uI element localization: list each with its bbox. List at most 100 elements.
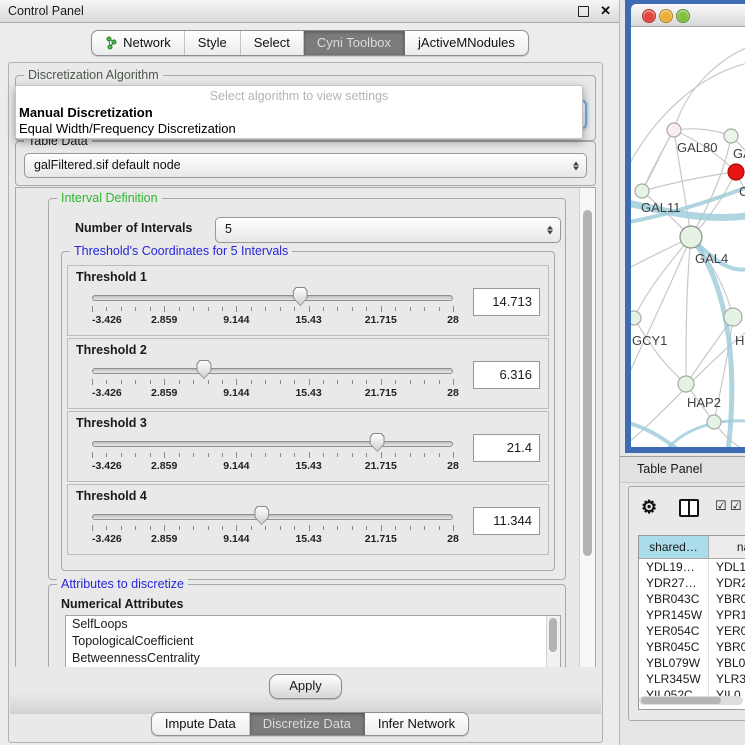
- float-window-icon[interactable]: [578, 6, 589, 17]
- threshold-value-field[interactable]: 21.4: [473, 434, 540, 462]
- attributes-scrollbar[interactable]: [546, 616, 560, 669]
- shared-name-cell[interactable]: YDR27…: [639, 575, 709, 591]
- slider-handle[interactable]: [370, 433, 385, 452]
- table-data-combobox[interactable]: galFiltered.sif default node: [24, 153, 587, 178]
- table-row[interactable]: YLR345WYLR3: [639, 671, 745, 687]
- network-edge[interactable]: [642, 172, 736, 191]
- tab-jactivemnodules[interactable]: jActiveMNodules: [405, 31, 528, 55]
- tab-select[interactable]: Select: [241, 31, 304, 55]
- column-header-shared-name[interactable]: shared…: [639, 536, 709, 558]
- shared-name-cell[interactable]: YDL19…: [639, 559, 709, 575]
- window-title: Control Panel: [8, 0, 84, 22]
- threshold-slider[interactable]: -3.4262.8599.14415.4321.71528: [92, 505, 453, 549]
- name-cell[interactable]: YDR2: [709, 575, 745, 591]
- shared-name-cell[interactable]: YLR345W: [639, 671, 709, 687]
- table-horizontal-scrollbar[interactable]: [639, 696, 743, 705]
- attribute-list-item[interactable]: SelfLoops: [66, 616, 560, 633]
- settings-vertical-scrollbar[interactable]: [579, 188, 595, 668]
- attribute-list-item[interactable]: TopologicalCoefficient: [66, 633, 560, 650]
- split-table-icon[interactable]: [679, 499, 699, 517]
- close-icon[interactable]: ✕: [600, 1, 611, 21]
- threshold-value-field[interactable]: 6.316: [473, 361, 540, 389]
- table-row[interactable]: YDR27…YDR2: [639, 575, 745, 591]
- network-canvas[interactable]: GAL80GACGAL11GAL4GCY1HHAP2: [631, 27, 745, 447]
- threshold-slider[interactable]: -3.4262.8599.14415.4321.71528: [92, 359, 453, 403]
- tab-discretize-data[interactable]: Discretize Data: [250, 713, 365, 735]
- tab-impute-data[interactable]: Impute Data: [152, 713, 250, 735]
- node-label: H: [735, 333, 744, 348]
- network-edge[interactable]: [674, 129, 731, 136]
- shared-name-cell[interactable]: YER054C: [639, 623, 709, 639]
- algorithm-option-equal-width[interactable]: Equal Width/Frequency Discretization: [19, 121, 236, 136]
- shared-name-cell[interactable]: YBL079W: [639, 655, 709, 671]
- red-node[interactable]: [728, 164, 744, 180]
- attribute-list-item[interactable]: BetweennessCentrality: [66, 650, 560, 667]
- shared-name-cell[interactable]: YBR045C: [639, 639, 709, 655]
- scrollbar-thumb[interactable]: [641, 697, 721, 704]
- number-of-intervals-value: 5: [225, 218, 232, 241]
- table-row[interactable]: YPR145WYPR1: [639, 607, 745, 623]
- app-root: Control Panel ✕ Network: [0, 0, 745, 745]
- attributes-group-title: Attributes to discretize: [57, 577, 188, 591]
- name-cell[interactable]: YBL0: [709, 655, 745, 671]
- tab-style[interactable]: Style: [185, 31, 241, 55]
- scrollbar-thumb[interactable]: [549, 618, 557, 652]
- threshold-value-field[interactable]: 11.344: [473, 507, 540, 535]
- network-edge[interactable]: [631, 62, 745, 177]
- slider-tick-labels: -3.4262.8599.14415.4321.71528: [92, 533, 453, 546]
- close-traffic-light[interactable]: [642, 9, 656, 23]
- bottom-node[interactable]: [707, 415, 721, 429]
- network-edge[interactable]: [631, 237, 691, 387]
- checkbox-icon[interactable]: ☑: [715, 498, 727, 514]
- HAP2-node[interactable]: [678, 376, 694, 392]
- tick-label: 28: [447, 460, 459, 472]
- name-cell[interactable]: YLR3: [709, 671, 745, 687]
- network-edge[interactable]: [634, 318, 686, 384]
- tick-label: -3.426: [92, 314, 122, 326]
- GAL11-node[interactable]: [635, 184, 649, 198]
- name-cell[interactable]: YER0: [709, 623, 745, 639]
- tab-network[interactable]: Network: [92, 31, 185, 55]
- GAL4-node[interactable]: [680, 226, 702, 248]
- top-right-node[interactable]: [724, 129, 738, 143]
- network-edge[interactable]: [686, 237, 691, 384]
- network-edge[interactable]: [634, 237, 691, 318]
- slider-handle[interactable]: [196, 360, 211, 379]
- tick-label: 2.859: [151, 314, 177, 326]
- GAL80-node[interactable]: [667, 123, 681, 137]
- shared-name-cell[interactable]: YBR043C: [639, 591, 709, 607]
- name-cell[interactable]: YBR0: [709, 591, 745, 607]
- slider-handle[interactable]: [293, 287, 308, 306]
- apply-button[interactable]: Apply: [269, 674, 342, 699]
- threshold-value-field[interactable]: 14.713: [473, 288, 540, 316]
- scrollbar-thumb[interactable]: [583, 210, 592, 556]
- gear-icon[interactable]: ⚙: [641, 496, 657, 518]
- tab-infer-network[interactable]: Infer Network: [365, 713, 468, 735]
- name-cell[interactable]: YPR1: [709, 607, 745, 623]
- table-row[interactable]: YDL19…YDL1: [639, 559, 745, 575]
- network-edge[interactable]: [674, 45, 745, 130]
- name-cell[interactable]: YDL1: [709, 559, 745, 575]
- algorithm-option-manual[interactable]: Manual Discretization: [19, 105, 153, 120]
- minimize-traffic-light[interactable]: [659, 9, 673, 23]
- shared-name-cell[interactable]: YPR145W: [639, 607, 709, 623]
- table-row[interactable]: YBR045CYBR0: [639, 639, 745, 655]
- checkbox-icon[interactable]: ☑: [730, 498, 742, 514]
- number-of-intervals-combobox[interactable]: 5: [215, 217, 561, 243]
- network-edge-teal[interactable]: [631, 422, 689, 447]
- tick-label: 9.144: [223, 460, 249, 472]
- table-row[interactable]: YBL079WYBL0: [639, 655, 745, 671]
- tick-label: -3.426: [92, 387, 122, 399]
- table-row[interactable]: YBR043CYBR0: [639, 591, 745, 607]
- slider-handle[interactable]: [254, 506, 269, 525]
- right-mid-node[interactable]: [724, 308, 742, 326]
- zoom-traffic-light[interactable]: [676, 9, 690, 23]
- tick-label: 15.43: [295, 533, 321, 545]
- column-header-name[interactable]: na: [709, 536, 745, 558]
- threshold-slider[interactable]: -3.4262.8599.14415.4321.71528: [92, 286, 453, 330]
- tab-cyni-toolbox[interactable]: Cyni Toolbox: [304, 31, 405, 55]
- threshold-slider[interactable]: -3.4262.8599.14415.4321.71528: [92, 432, 453, 476]
- GCY1-node[interactable]: [631, 311, 641, 325]
- table-row[interactable]: YER054CYER0: [639, 623, 745, 639]
- name-cell[interactable]: YBR0: [709, 639, 745, 655]
